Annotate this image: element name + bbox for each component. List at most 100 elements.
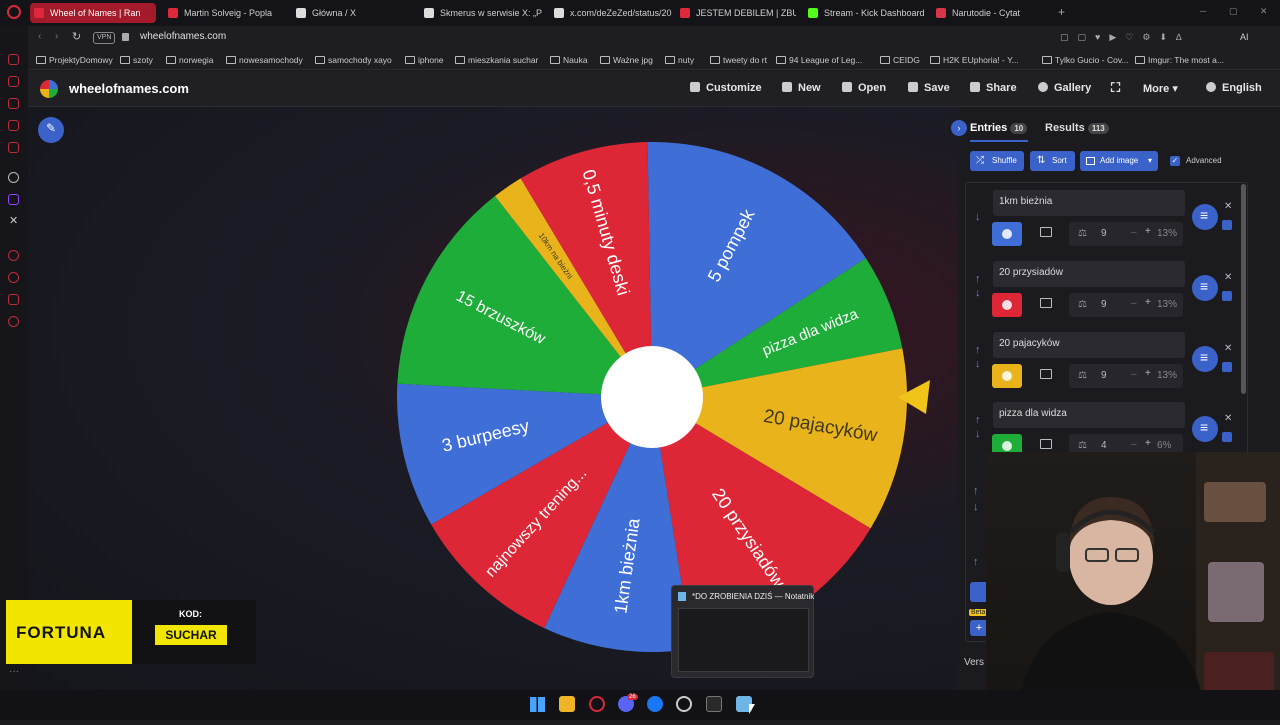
chatgpt-taskbar-icon[interactable]	[676, 696, 692, 712]
image-icon[interactable]	[1040, 227, 1052, 237]
entry-name-input[interactable]: 1km bieżnia	[993, 190, 1185, 216]
entry-reorder-arrows[interactable]: ↑ ↓	[975, 343, 981, 371]
image-icon[interactable]	[1040, 369, 1052, 379]
bookmark-item[interactable]: ProjektyDomowy	[36, 53, 113, 67]
reload-icon[interactable]: ↻	[72, 30, 81, 43]
image-icon[interactable]	[1040, 298, 1052, 308]
browser-tab[interactable]: Narutodie - Cytat	[932, 3, 1052, 23]
bookmark-item[interactable]: samochody xayo	[315, 53, 392, 67]
entry-name-input[interactable]: 20 przysiadów	[993, 261, 1185, 287]
move-down-icon[interactable]: ↓	[973, 501, 979, 513]
sidebar-app-icon[interactable]	[8, 76, 19, 87]
entry-enabled-checkbox[interactable]	[1222, 291, 1232, 301]
bookmark-item[interactable]: H2K EUphoria! - Y...	[930, 53, 1019, 67]
x-icon[interactable]: ✕	[9, 214, 18, 227]
sidebar-app-icon[interactable]	[8, 272, 19, 283]
move-up-icon[interactable]: ↑	[973, 556, 979, 568]
increase-weight-button[interactable]: +	[1145, 438, 1151, 449]
remove-entry-icon[interactable]: ✕	[1224, 343, 1232, 354]
entry-enabled-checkbox[interactable]	[1222, 432, 1232, 442]
browser-tab[interactable]: x.com/deZeZed/status/20	[550, 3, 676, 23]
entry-color-button[interactable]	[992, 364, 1022, 388]
entry-weight-control[interactable]: ⚖ 9 – +13%	[1069, 364, 1183, 388]
save-button[interactable]: Save	[908, 82, 950, 94]
entry-settings-button[interactable]	[1192, 204, 1218, 230]
decrease-weight-button[interactable]: –	[1131, 439, 1137, 450]
fullscreen-button[interactable]: ⛶	[1111, 80, 1120, 96]
sidebar-app-icon[interactable]	[8, 120, 19, 131]
language-button[interactable]: English	[1206, 82, 1262, 94]
entry-enabled-checkbox[interactable]	[1222, 220, 1232, 230]
browser-tab[interactable]: Skmerus w serwisie X: „P	[420, 3, 546, 23]
new-tab-icon[interactable]: +	[1058, 5, 1065, 19]
browser-tab[interactable]: JESTEM DEBILEM | ZBUD	[676, 3, 796, 23]
site-logo-text[interactable]: wheelofnames.com	[69, 81, 189, 96]
increase-weight-button[interactable]: +	[1145, 226, 1151, 237]
entry-reorder-arrows[interactable]: ↑ ↓	[975, 272, 981, 300]
bookmark-item[interactable]: szoty	[120, 53, 153, 67]
sidebar-app-icon[interactable]	[8, 294, 19, 305]
wheel-center-button[interactable]	[601, 346, 703, 448]
entry-reorder-arrows[interactable]: ↓	[975, 210, 981, 224]
entry-weight-control[interactable]: ⚖ 9 – +13%	[1069, 222, 1183, 246]
browser-tab[interactable]: Główna / X	[292, 3, 412, 23]
entry-name-input[interactable]: 20 pajacyków	[993, 332, 1185, 358]
panel-scrollbar[interactable]	[1241, 184, 1246, 394]
opera-browser-icon[interactable]	[589, 696, 605, 712]
terminal-icon[interactable]	[706, 696, 722, 712]
browser-toolbar-icons[interactable]: ▢▢♥▶♡⚙⬇∆	[1060, 32, 1190, 43]
shuffle-button[interactable]: ⤮ Shuffle	[970, 151, 1024, 171]
chatgpt-icon[interactable]	[8, 172, 19, 183]
new-button[interactable]: New	[782, 82, 821, 94]
entry-settings-button[interactable]	[1192, 346, 1218, 372]
tab-entries[interactable]: Entries 10	[970, 122, 1028, 134]
facebook-icon[interactable]	[647, 696, 663, 712]
site-logo-icon[interactable]	[40, 80, 58, 98]
notepad-preview-popup[interactable]: *DO ZROBIENIA DZIŚ — Notatnik	[671, 585, 814, 678]
entry-settings-button[interactable]	[1192, 416, 1218, 442]
settings-icon[interactable]	[8, 316, 19, 327]
sidebar-app-icon[interactable]	[8, 98, 19, 109]
more-icon[interactable]: ···	[9, 666, 19, 677]
remove-entry-icon[interactable]: ✕	[1224, 272, 1232, 283]
advanced-checkbox[interactable]: ✓	[1170, 156, 1180, 166]
bookmark-item[interactable]: tweety do rt	[710, 53, 767, 67]
entry-color-button[interactable]	[992, 293, 1022, 317]
bookmark-item[interactable]: iphone	[405, 53, 444, 67]
bookmark-item[interactable]: mieszkania suchar	[455, 53, 538, 67]
bookmark-item[interactable]: Imgur: The most a...	[1135, 53, 1224, 67]
decrease-weight-button[interactable]: –	[1131, 298, 1137, 309]
file-explorer-icon[interactable]	[559, 696, 575, 712]
decrease-weight-button[interactable]: –	[1131, 227, 1137, 238]
bookmark-item[interactable]: Ważne jpg	[600, 53, 653, 67]
back-icon[interactable]: ‹	[38, 31, 41, 42]
twitch-icon[interactable]	[8, 194, 19, 205]
open-button[interactable]: Open	[842, 82, 886, 94]
increase-weight-button[interactable]: +	[1145, 368, 1151, 379]
bookmark-item[interactable]: nowesamochody	[226, 53, 303, 67]
bookmark-item[interactable]: norwegia	[166, 53, 214, 67]
vpn-badge[interactable]: VPN	[93, 32, 116, 44]
entry-color-button[interactable]	[992, 222, 1022, 246]
bookmark-item[interactable]: Tylko Gucio - Cov...	[1042, 53, 1129, 67]
browser-logo-icon[interactable]	[7, 5, 21, 19]
sort-button[interactable]: ⇅ Sort	[1030, 151, 1075, 171]
sidebar-app-icon[interactable]	[8, 250, 19, 261]
ai-button[interactable]: AI	[1240, 32, 1249, 42]
wheel-of-names[interactable]: 5 pompekpizza dla widza20 pajacyków20 pr…	[390, 135, 950, 665]
collapse-panel-button[interactable]: ›	[951, 120, 967, 136]
bookmark-item[interactable]: nuty	[665, 53, 694, 67]
bookmark-item[interactable]: Nauka	[550, 53, 588, 67]
image-icon[interactable]	[1040, 439, 1052, 449]
entry-settings-button[interactable]	[1192, 275, 1218, 301]
share-button[interactable]: Share	[970, 82, 1017, 94]
customize-button[interactable]: Customize	[690, 82, 762, 94]
browser-tab[interactable]: Wheel of Names | Ran	[30, 3, 156, 23]
gallery-button[interactable]: Gallery	[1038, 82, 1091, 94]
add-image-button[interactable]: Add image ▾	[1080, 151, 1158, 171]
remove-entry-icon[interactable]: ✕	[1224, 413, 1232, 424]
address-input[interactable]: wheelofnames.com	[140, 31, 226, 42]
sidebar-app-icon[interactable]	[8, 54, 19, 65]
window-controls[interactable]: ─ ▢ ✕	[1200, 6, 1277, 17]
entry-reorder-arrows[interactable]: ↑ ↓	[975, 413, 981, 441]
